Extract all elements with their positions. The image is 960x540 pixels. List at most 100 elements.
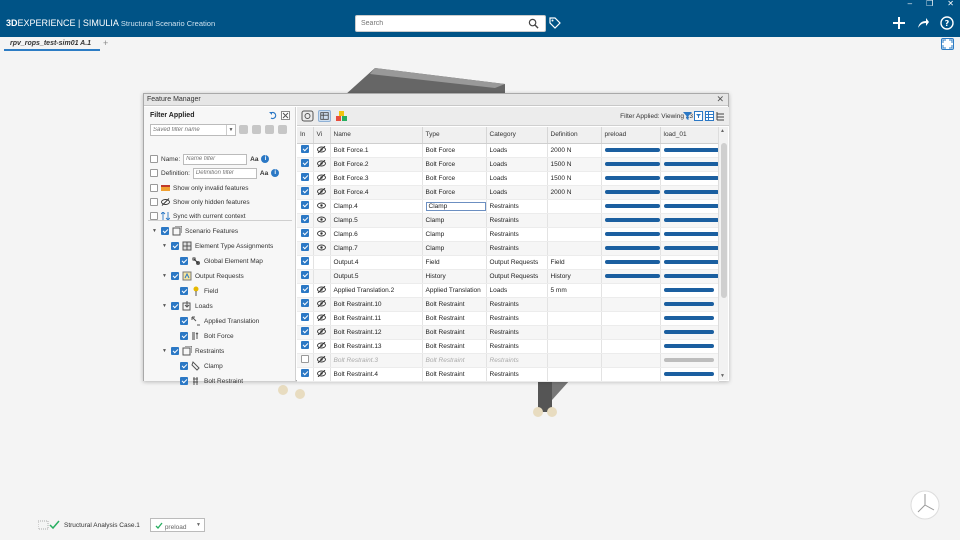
- add-tab-button[interactable]: +: [103, 38, 108, 48]
- close-panel-button[interactable]: ✕: [716, 94, 724, 105]
- caret-down-icon[interactable]: ▼: [152, 228, 158, 234]
- hidden-eye-icon[interactable]: [317, 313, 326, 321]
- table-settings-icon[interactable]: [705, 111, 714, 121]
- table-row[interactable]: Bolt Restraint.13 Bolt Restraint Restraint…: [297, 339, 719, 354]
- preload-activation-bar[interactable]: [604, 148, 659, 152]
- load_01-activation-bar[interactable]: [663, 148, 717, 152]
- filter-panel-icon[interactable]: [694, 111, 703, 121]
- chevron-down-icon[interactable]: ▼: [226, 125, 235, 135]
- cell-preload[interactable]: [601, 269, 661, 284]
- tree-node-bolt-restraint[interactable]: Bolt Restraint: [180, 374, 243, 388]
- cell-preload[interactable]: [601, 367, 661, 382]
- table-row[interactable]: Bolt Restraint.11 Bolt Restraint Restraint…: [297, 311, 719, 326]
- cell-preload[interactable]: [601, 171, 661, 186]
- load_01-activation-bar[interactable]: [663, 302, 714, 306]
- hidden-eye-icon[interactable]: [317, 327, 326, 335]
- tree-checkbox[interactable]: [161, 227, 169, 235]
- include-checkbox[interactable]: [300, 285, 309, 293]
- filter-icon[interactable]: [683, 111, 692, 121]
- cell-load_01[interactable]: [660, 269, 719, 284]
- step-select[interactable]: preload ▼: [150, 518, 205, 532]
- include-checkbox[interactable]: [300, 271, 309, 279]
- load_01-activation-bar[interactable]: [663, 358, 714, 362]
- table-row[interactable]: Applied Translation.2 Applied Translation…: [297, 283, 719, 298]
- cell-load_01[interactable]: [660, 227, 719, 242]
- load_01-activation-bar[interactable]: [663, 274, 717, 278]
- cell-load_01[interactable]: [660, 297, 719, 312]
- table-row[interactable]: Bolt Force.4 Bolt Force Loads 2000 N: [297, 185, 719, 200]
- load_01-activation-bar[interactable]: [663, 204, 717, 208]
- tree-node-global-element-map[interactable]: Global Element Map: [180, 254, 263, 268]
- name-filter-field[interactable]: [183, 153, 248, 165]
- load_01-activation-bar[interactable]: [663, 344, 714, 348]
- tree-node-scenario-features[interactable]: ▼ Scenario Features: [152, 224, 238, 238]
- table-row[interactable]: Clamp.6 Clamp Restraints: [297, 227, 719, 242]
- table-row[interactable]: Output.4 Field Output Requests Field: [297, 255, 719, 270]
- load_01-activation-bar[interactable]: [663, 288, 714, 292]
- scroll-down-icon[interactable]: ▼: [720, 373, 725, 379]
- name-filter-checkbox[interactable]: [150, 155, 158, 163]
- cell-load_01[interactable]: [660, 325, 719, 340]
- invalid-only-row[interactable]: Show only invalid features: [150, 182, 249, 194]
- eye-icon[interactable]: [317, 230, 326, 237]
- include-checkbox[interactable]: [300, 229, 309, 237]
- cell-load_01[interactable]: [660, 199, 719, 214]
- include-checkbox[interactable]: [300, 215, 309, 223]
- column-header-load-01[interactable]: load_01: [660, 127, 719, 144]
- column-header-type[interactable]: Type: [422, 127, 487, 144]
- clear-filter-icon[interactable]: [281, 111, 290, 120]
- save-filter-icon[interactable]: [265, 125, 274, 134]
- hidden-eye-icon[interactable]: [317, 285, 326, 293]
- invalid-only-checkbox[interactable]: [150, 184, 158, 192]
- cell-load_01[interactable]: [660, 255, 719, 270]
- column-header-vi[interactable]: Vi: [313, 127, 331, 144]
- caret-down-icon[interactable]: ▼: [162, 303, 168, 309]
- cell-load_01[interactable]: [660, 283, 719, 298]
- info-icon-2[interactable]: i: [271, 169, 280, 177]
- tree-node-element-type-assignments[interactable]: ▼ Element Type Assignments: [162, 239, 273, 253]
- hidden-only-checkbox[interactable]: [150, 198, 158, 206]
- tree-checkbox[interactable]: [180, 332, 188, 340]
- cell-load_01[interactable]: [660, 185, 719, 200]
- include-checkbox[interactable]: [300, 257, 309, 265]
- search-box[interactable]: [355, 15, 546, 32]
- include-checkbox[interactable]: [300, 355, 309, 363]
- cell-preload[interactable]: [601, 227, 661, 242]
- compass-icon[interactable]: [908, 488, 942, 522]
- definition-filter-field[interactable]: [192, 167, 257, 179]
- scrollbar-thumb[interactable]: [721, 143, 727, 298]
- load_01-activation-bar[interactable]: [663, 260, 717, 264]
- load_01-activation-bar[interactable]: [663, 232, 717, 236]
- cell-preload[interactable]: [601, 213, 661, 228]
- preload-activation-bar[interactable]: [604, 232, 659, 236]
- sync-context-checkbox[interactable]: [150, 212, 158, 220]
- tree-node-clamp[interactable]: Clamp: [180, 359, 223, 373]
- saved-filter-input[interactable]: [151, 125, 225, 135]
- tree-node-applied-translation[interactable]: Applied Translation: [180, 314, 259, 328]
- color-shapes-icon[interactable]: [335, 110, 348, 122]
- eye-icon[interactable]: [317, 202, 326, 209]
- expand-icon[interactable]: [941, 38, 954, 50]
- hidden-eye-icon[interactable]: [317, 341, 326, 349]
- help-icon[interactable]: ?: [940, 16, 954, 30]
- analysis-case-icon[interactable]: [38, 520, 60, 530]
- match-case-button-2[interactable]: Aa: [260, 170, 268, 177]
- include-checkbox[interactable]: [300, 159, 309, 167]
- load_01-activation-bar[interactable]: [663, 316, 714, 320]
- table-row[interactable]: Clamp.7 Clamp Restraints: [297, 241, 719, 256]
- preload-activation-bar[interactable]: [604, 176, 659, 180]
- load_01-activation-bar[interactable]: [663, 330, 714, 334]
- preload-activation-bar[interactable]: [604, 218, 659, 222]
- tree-checkbox[interactable]: [171, 347, 179, 355]
- hidden-eye-icon[interactable]: [317, 299, 326, 307]
- grid-view-icon[interactable]: [318, 110, 331, 122]
- cell-load_01[interactable]: [660, 143, 719, 158]
- cell-load_01[interactable]: [660, 241, 719, 256]
- table-row[interactable]: Clamp.5 Clamp Restraints: [297, 213, 719, 228]
- name-filter-input[interactable]: [184, 154, 239, 164]
- cell-preload[interactable]: [601, 311, 661, 326]
- hidden-eye-icon[interactable]: [317, 369, 326, 377]
- hidden-eye-icon[interactable]: [317, 159, 326, 167]
- include-checkbox[interactable]: [300, 145, 309, 153]
- tab-simulation[interactable]: rpv_rops_test-sim01 A.1: [4, 37, 100, 51]
